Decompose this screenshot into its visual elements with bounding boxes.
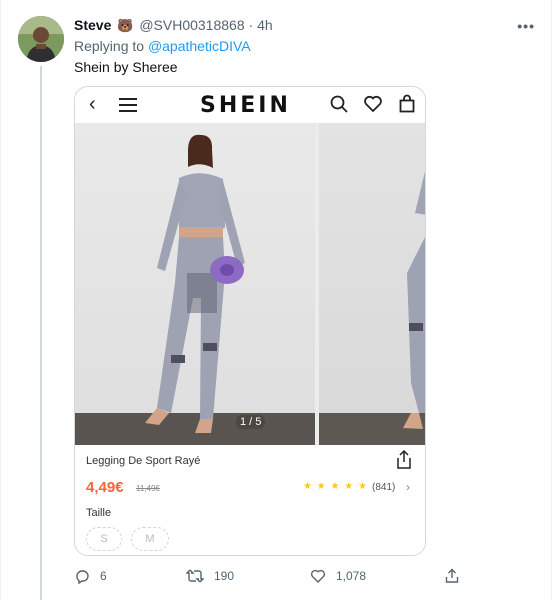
retweet-button[interactable]: 190: [186, 568, 234, 584]
like-button[interactable]: 1,078: [310, 568, 366, 584]
chevron-right-icon[interactable]: ›: [406, 480, 410, 494]
share-icon[interactable]: [394, 449, 414, 471]
heart-icon[interactable]: [363, 94, 383, 114]
old-price: 11,49€: [136, 484, 160, 493]
review-count[interactable]: (841): [372, 482, 395, 493]
rating-stars: ★ ★ ★ ★ ★: [303, 481, 368, 492]
reply-button[interactable]: 6: [74, 568, 107, 584]
shein-logo: SHEIN: [200, 93, 291, 118]
retweet-count: 190: [214, 569, 235, 583]
shop-nav-bar: ‹ SHEIN: [75, 87, 425, 123]
more-horizontal-icon[interactable]: •••: [517, 18, 535, 34]
product-photo-secondary[interactable]: [319, 123, 425, 445]
replying-to: Replying to @apatheticDIVA: [74, 38, 251, 54]
product-photo-main[interactable]: [75, 123, 315, 445]
thread-line: [40, 66, 42, 600]
product-info: Legging De Sport Rayé 4,49€ 11,49€ ★ ★ ★…: [75, 445, 425, 555]
like-count: 1,078: [336, 569, 367, 583]
tweet-text: Shein by Sheree: [74, 59, 178, 75]
share-button[interactable]: [444, 568, 460, 584]
timestamp[interactable]: 4h: [257, 17, 273, 33]
user-handle[interactable]: @SVH00318868: [139, 17, 244, 33]
back-icon[interactable]: ‹: [89, 94, 96, 114]
tweet-card: Steve 🐻 @SVH00318868 · 4h ••• Replying t…: [0, 0, 552, 600]
media-attachment[interactable]: ‹ SHEIN 1 / 5 Legging De Sport Rayé 4,49…: [74, 86, 426, 556]
search-icon[interactable]: [329, 94, 349, 114]
size-label: Taille: [86, 507, 112, 519]
shopping-bag-icon[interactable]: [397, 94, 417, 114]
menu-icon[interactable]: [119, 98, 137, 112]
replying-to-link[interactable]: @apatheticDIVA: [148, 38, 251, 54]
size-option-m[interactable]: M: [131, 527, 169, 551]
bear-emoji-icon: 🐻: [117, 18, 134, 33]
display-name[interactable]: Steve: [74, 17, 111, 33]
size-option-s[interactable]: S: [86, 527, 122, 551]
product-name: Legging De Sport Rayé: [86, 455, 201, 467]
replying-prefix: Replying to: [74, 38, 145, 54]
share-tweet-icon: [445, 568, 459, 583]
image-counter: 1 / 5: [236, 415, 266, 429]
product-photos[interactable]: 1 / 5: [75, 123, 425, 445]
like-icon: [310, 569, 326, 583]
separator: ·: [248, 17, 254, 33]
reply-icon: [76, 570, 89, 584]
shop-icons: [329, 94, 417, 114]
price: 4,49€: [86, 479, 124, 496]
retweet-icon: [186, 569, 204, 583]
tweet-header: Steve 🐻 @SVH00318868 · 4h: [74, 16, 273, 35]
avatar[interactable]: [18, 16, 64, 62]
reply-count: 6: [100, 569, 107, 583]
tweet-actions: 6 190 1,078: [74, 568, 474, 588]
